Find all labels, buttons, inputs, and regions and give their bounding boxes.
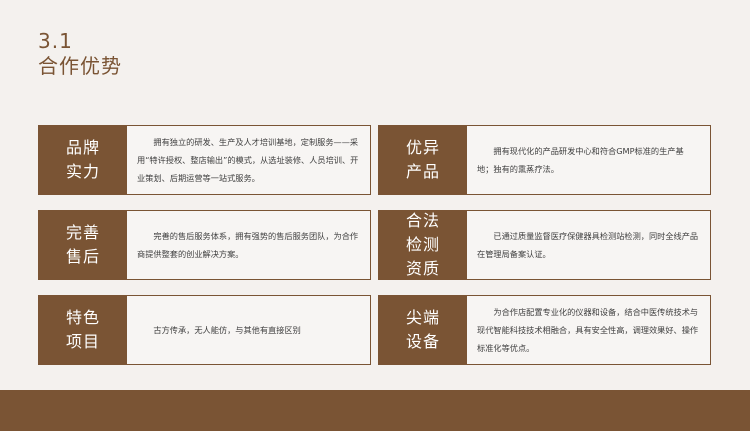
card-label: 完善 售后 [65, 223, 100, 266]
card-description: 已通过质量监督医疗保健器具检测站检测，同时全线产品在管理局备案认证。 [477, 231, 699, 259]
card-label-box: 优异 产品 [379, 126, 467, 194]
card-description: 拥有独立的研发、生产及人才培训基地，定制服务——采用“特许授权、整店输出”的模式… [137, 137, 359, 183]
card-label-box: 尖端 设备 [379, 296, 467, 364]
card-label-box: 完善 售后 [39, 211, 127, 279]
card-label-box: 合法 检测 资质 [379, 211, 467, 279]
advantage-card-products: 优异 产品 拥有现代化的产品研发中心和符合GMP标准的生产基地；独有的熏蒸疗法。 [378, 125, 711, 195]
card-description-box: 拥有独立的研发、生产及人才培训基地，定制服务——采用“特许授权、整店输出”的模式… [127, 126, 370, 194]
card-label: 优异 产品 [405, 138, 440, 181]
card-description-box: 完善的售后服务体系，拥有强势的售后服务团队，为合作商提供整套的创业解决方案。 [127, 211, 370, 279]
card-label: 尖端 设备 [405, 308, 440, 351]
section-number: 3.1 [38, 29, 73, 53]
title-block: 3.1 合作优势 [38, 30, 122, 78]
advantage-card-equipment: 尖端 设备 为合作店配置专业化的仪器和设备，结合中医传统技术与现代智能科技技术相… [378, 295, 711, 365]
card-description: 为合作店配置专业化的仪器和设备，结合中医传统技术与现代智能科技技术相融合，具有安… [477, 307, 699, 353]
advantage-card-brand-strength: 品牌 实力 拥有独立的研发、生产及人才培训基地，定制服务——采用“特许授权、整店… [38, 125, 371, 195]
advantage-card-after-sales: 完善 售后 完善的售后服务体系，拥有强势的售后服务团队，为合作商提供整套的创业解… [38, 210, 371, 280]
card-description-box: 已通过质量监督医疗保健器具检测站检测，同时全线产品在管理局备案认证。 [467, 211, 710, 279]
card-description: 古方传承，无人能仿，与其他有直接区别 [153, 325, 301, 335]
card-description: 拥有现代化的产品研发中心和符合GMP标准的生产基地；独有的熏蒸疗法。 [477, 146, 684, 174]
advantage-card-certification: 合法 检测 资质 已通过质量监督医疗保健器具检测站检测，同时全线产品在管理局备案… [378, 210, 711, 280]
page-title: 合作优势 [38, 54, 122, 78]
card-description-box: 为合作店配置专业化的仪器和设备，结合中医传统技术与现代智能科技技术相融合，具有安… [467, 296, 710, 364]
card-label-box: 特色 项目 [39, 296, 127, 364]
card-label: 合法 检测 资质 [405, 211, 440, 278]
card-description-box: 拥有现代化的产品研发中心和符合GMP标准的生产基地；独有的熏蒸疗法。 [467, 126, 710, 194]
card-description-box: 古方传承，无人能仿，与其他有直接区别 [127, 296, 370, 364]
card-label-box: 品牌 实力 [39, 126, 127, 194]
card-label: 特色 项目 [65, 308, 100, 351]
card-label: 品牌 实力 [65, 138, 100, 181]
advantage-card-signature-program: 特色 项目 古方传承，无人能仿，与其他有直接区别 [38, 295, 371, 365]
card-description: 完善的售后服务体系，拥有强势的售后服务团队，为合作商提供整套的创业解决方案。 [137, 231, 359, 259]
footer-band [0, 390, 750, 431]
